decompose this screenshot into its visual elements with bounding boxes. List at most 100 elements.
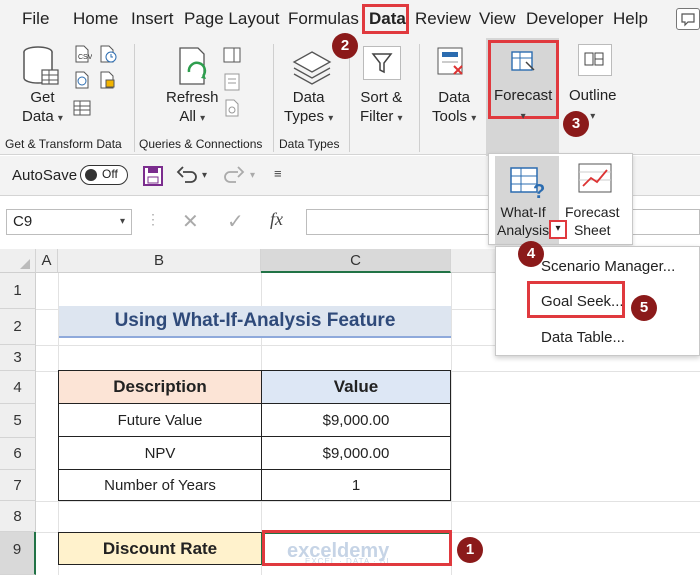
group-get-transform: Get & Transform Data: [5, 137, 122, 151]
more-dots-icon: ⋮: [146, 211, 160, 227]
autosave-toggle[interactable]: Off: [80, 165, 128, 185]
what-if-dropdown-caret[interactable]: ▾: [549, 220, 567, 239]
data-types-label: Data Types ▾: [284, 89, 334, 125]
save-icon[interactable]: [142, 165, 164, 192]
data-tools-button[interactable]: [432, 42, 470, 85]
tab-data-highlight: [362, 4, 409, 34]
step-badge: 4: [518, 241, 544, 267]
comments-icon[interactable]: [676, 8, 700, 30]
step-badge: 2: [332, 33, 358, 59]
redo-dropdown-icon[interactable]: ▾: [250, 170, 255, 181]
from-web-icon[interactable]: [72, 70, 92, 95]
insert-function-icon[interactable]: fx: [270, 209, 283, 230]
chevron-down-icon[interactable]: ▾: [120, 216, 125, 227]
edit-links-icon[interactable]: [222, 98, 242, 123]
outline-button[interactable]: [578, 44, 612, 76]
recent-sources-icon[interactable]: [98, 44, 118, 69]
what-if-icon: ?: [509, 162, 549, 207]
undo-icon[interactable]: [175, 164, 199, 193]
autosave-state: Off: [102, 167, 118, 181]
column-header-b[interactable]: B: [58, 249, 261, 273]
tab-insert[interactable]: Insert: [131, 9, 174, 29]
table-row-value: $9,000.00: [261, 436, 451, 470]
row-header-5[interactable]: 5: [0, 404, 36, 438]
sheet-title: Using What-If-Analysis Feature: [59, 306, 451, 338]
undo-dropdown-icon[interactable]: ▾: [202, 170, 207, 181]
row-header-2[interactable]: 2: [0, 309, 36, 345]
tab-formulas[interactable]: Formulas: [288, 9, 359, 29]
data-tools-label: Data Tools ▾: [432, 89, 477, 125]
enter-icon[interactable]: ✓: [227, 209, 244, 234]
customize-qat-icon[interactable]: ≡: [274, 166, 282, 181]
row-header-9[interactable]: 9: [0, 532, 36, 575]
refresh-icon: [179, 47, 207, 85]
column-header-c[interactable]: C: [261, 249, 451, 273]
redo-icon[interactable]: [222, 164, 246, 193]
table-row-label: Future Value: [58, 403, 262, 437]
forecast-button[interactable]: [508, 48, 540, 81]
group-separator: [419, 44, 420, 152]
row-header-7[interactable]: 7: [0, 470, 36, 501]
group-separator: [273, 44, 274, 152]
header-value: Value: [261, 370, 451, 404]
tab-developer[interactable]: Developer: [526, 9, 604, 29]
row-header-4[interactable]: 4: [0, 371, 36, 404]
tab-review[interactable]: Review: [415, 9, 471, 29]
tab-file[interactable]: File: [22, 9, 49, 29]
cancel-icon[interactable]: ✕: [182, 209, 199, 234]
svg-text:?: ?: [533, 181, 545, 202]
group-separator: [134, 44, 135, 152]
database-icon: [23, 46, 59, 85]
table-row-label: NPV: [58, 436, 262, 470]
sort-filter-label: Sort & Filter ▾: [360, 89, 403, 125]
menu-item-scenario-manager[interactable]: Scenario Manager...: [541, 258, 675, 275]
menu-item-data-table[interactable]: Data Table...: [541, 329, 625, 346]
tab-page-layout[interactable]: Page Layout: [184, 9, 279, 29]
column-header-a[interactable]: A: [36, 249, 58, 273]
refresh-all-label: Refresh All ▾: [166, 89, 219, 125]
step-badge: 1: [457, 537, 483, 563]
get-data-label: Get Data ▾: [22, 89, 63, 125]
menu-bar: File Home Insert Page Layout Formulas Da…: [0, 0, 700, 38]
refresh-all-button[interactable]: [176, 44, 216, 93]
filter-icon: [371, 53, 393, 74]
step-badge: 5: [631, 295, 657, 321]
group-data-types: Data Types: [279, 137, 340, 151]
queries-connections-icon[interactable]: [222, 46, 242, 69]
forecast-sheet-icon[interactable]: [577, 162, 615, 203]
row-header-6[interactable]: 6: [0, 438, 36, 470]
what-if-label: What-If Analysis: [497, 204, 550, 238]
from-table-icon[interactable]: [72, 98, 92, 123]
row-header-8[interactable]: 8: [0, 501, 36, 532]
get-data-button[interactable]: [20, 44, 60, 93]
select-all-corner[interactable]: [0, 249, 36, 273]
toggle-knob: [85, 169, 97, 181]
forecast-label: Forecast ▾: [494, 87, 553, 122]
header-description: Description: [58, 370, 262, 404]
table-row-label: Number of Years: [58, 469, 262, 501]
discount-cell-highlight: [262, 530, 452, 566]
tab-home[interactable]: Home: [73, 9, 118, 29]
tab-help[interactable]: Help: [613, 9, 648, 29]
group-separator: [349, 44, 350, 152]
table-row-value: $9,000.00: [261, 403, 451, 437]
outline-icon: [584, 52, 604, 66]
discount-rate-label: Discount Rate: [58, 532, 262, 565]
table-row-value: 1: [261, 469, 451, 501]
name-box[interactable]: C9 ▾: [6, 209, 132, 235]
from-text-icon[interactable]: CSV: [72, 44, 93, 69]
svg-text:CSV: CSV: [78, 54, 92, 61]
tab-view[interactable]: View: [479, 9, 516, 29]
row-header-1[interactable]: 1: [0, 273, 36, 309]
autosave-label: AutoSave: [12, 167, 78, 184]
forecast-sheet-label[interactable]: Forecast Sheet: [565, 203, 619, 239]
sort-filter-button[interactable]: [363, 46, 401, 80]
gridline: [36, 501, 700, 502]
data-tools-icon: [437, 47, 463, 75]
group-queries: Queries & Connections: [139, 137, 263, 151]
data-types-button[interactable]: [290, 48, 334, 93]
existing-connections-icon[interactable]: [98, 70, 118, 95]
row-header-3[interactable]: 3: [0, 345, 36, 371]
properties-icon[interactable]: [222, 72, 242, 97]
forecast-icon: [511, 51, 535, 71]
